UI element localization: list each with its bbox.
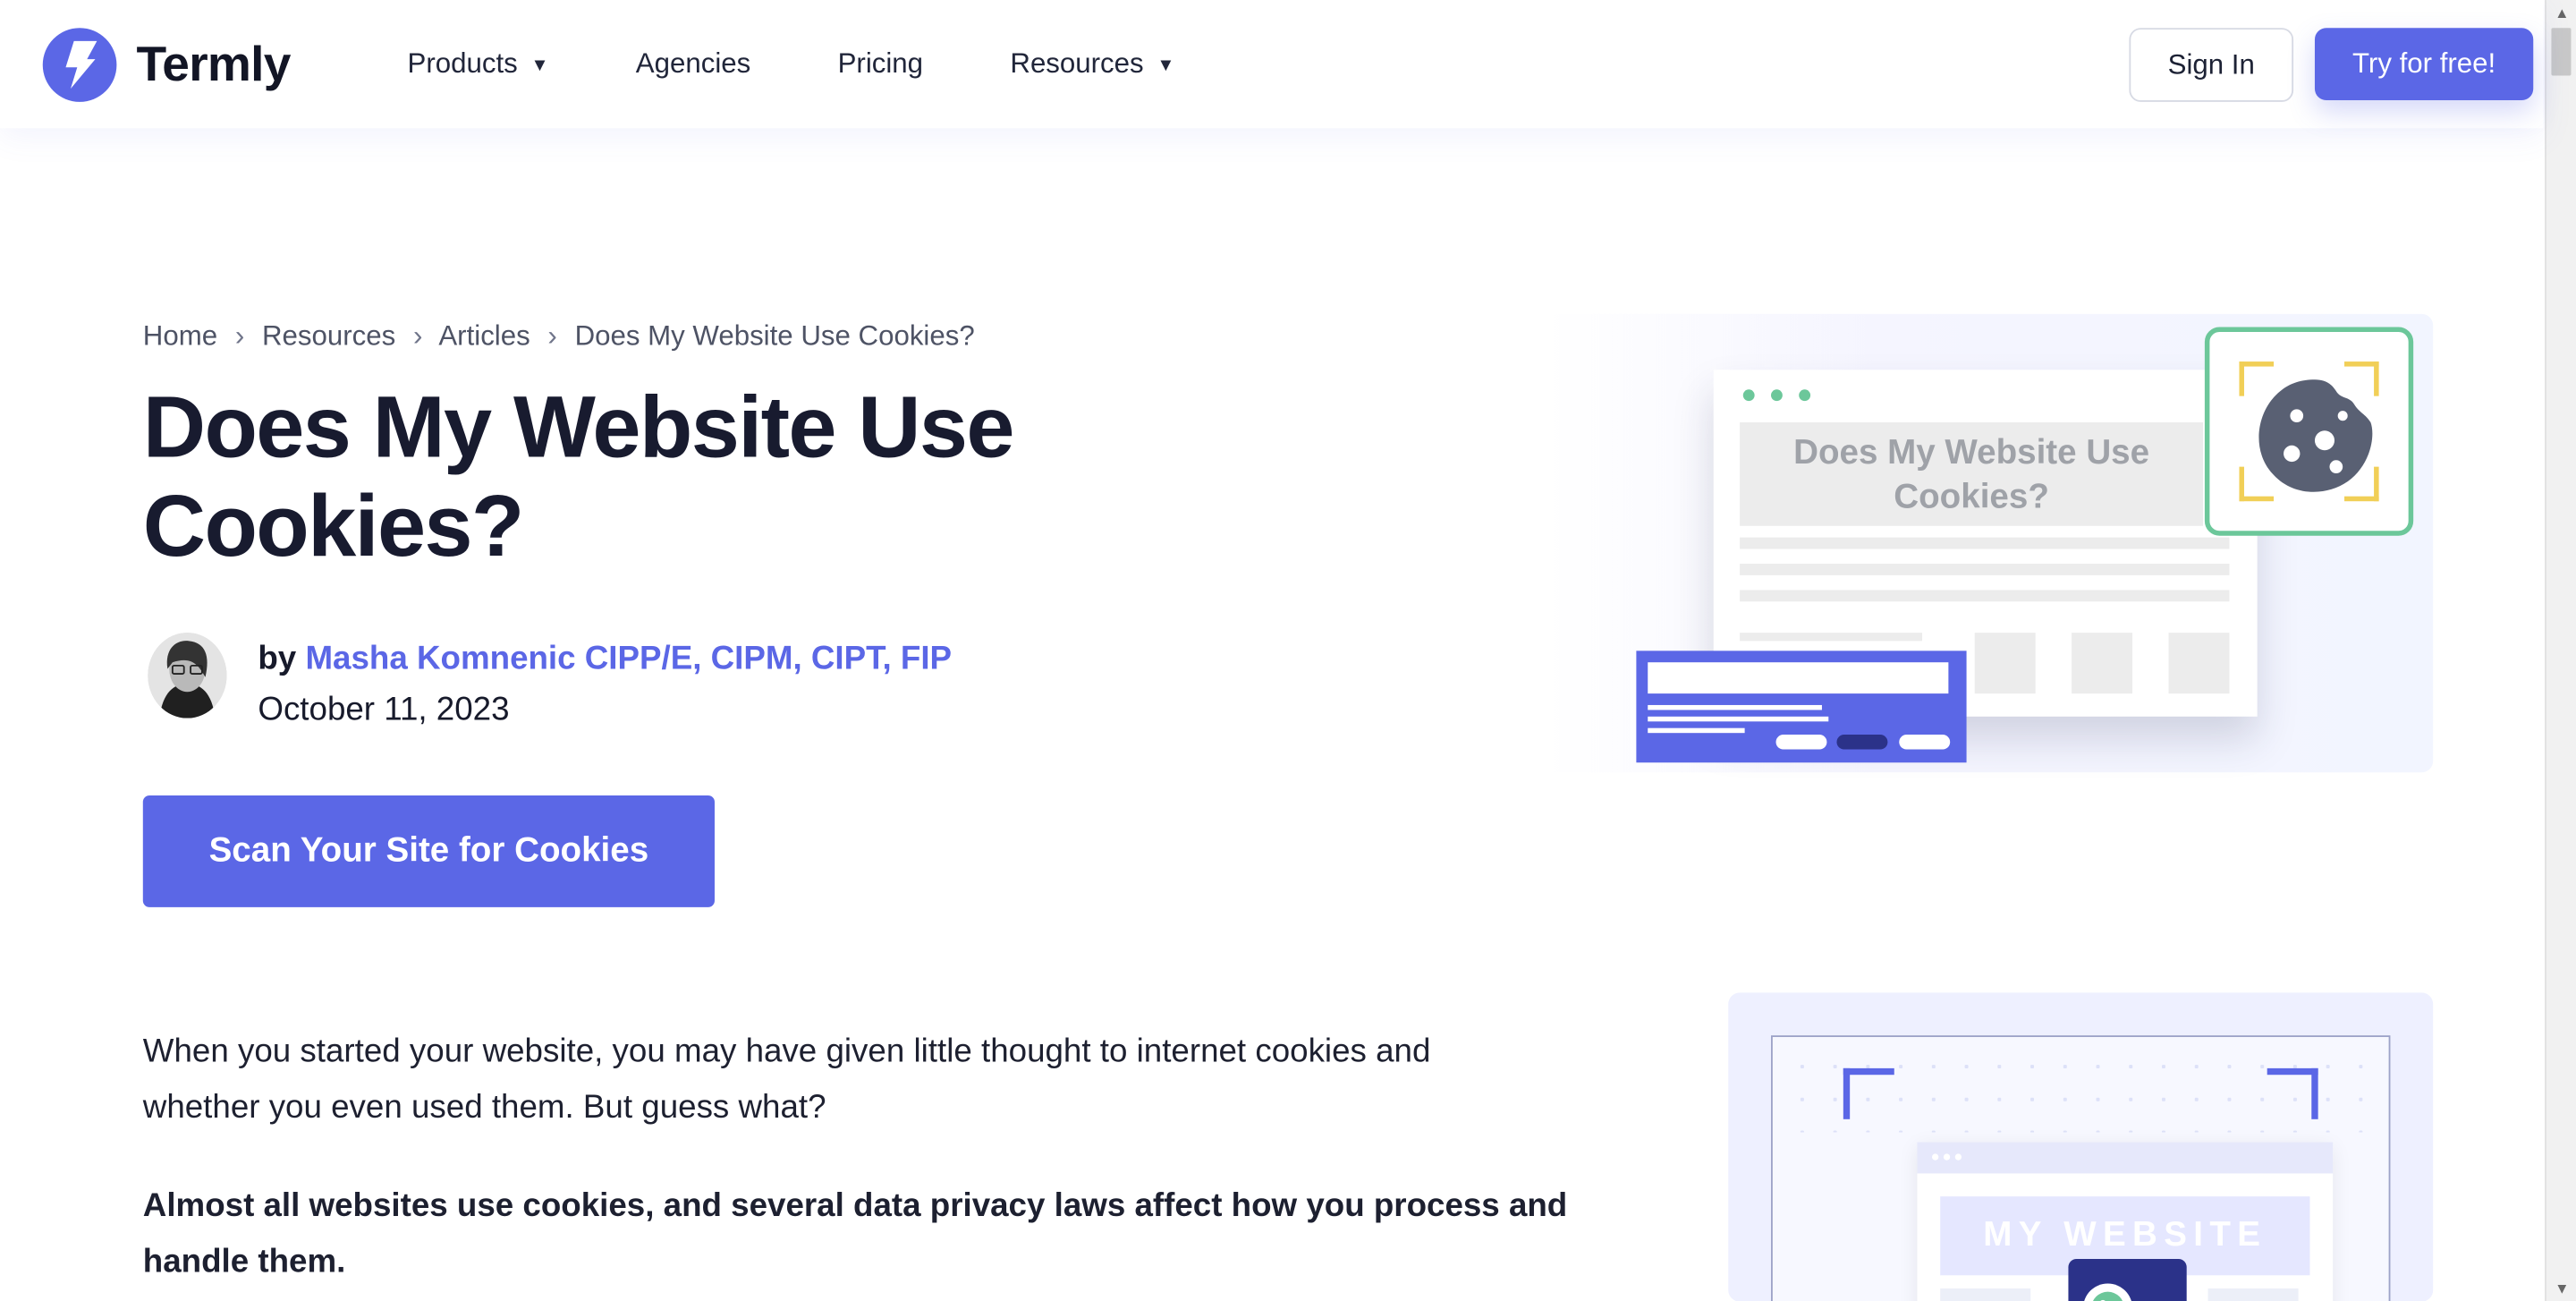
banner-text-line [1648, 704, 1822, 710]
scan-corner [2267, 1067, 2318, 1119]
window-dot [1742, 389, 1755, 402]
nav-resources-label: Resources [1010, 47, 1144, 80]
termly-logo[interactable]: Termly [42, 28, 291, 102]
try-for-free-button[interactable]: Try for free! [2314, 28, 2534, 101]
site-window-dot [1932, 1153, 1939, 1161]
illustration-title: Does My Website Use Cookies? [1740, 422, 2204, 526]
banner-button [1899, 735, 1951, 750]
webpage-viewport: Termly Products ▼ Agencies Pricing Resou… [0, 0, 2576, 1301]
nav-pricing-label: Pricing [837, 47, 924, 80]
breadcrumb-current-page: Does My Website Use Cookies? [574, 320, 975, 353]
nav-agencies[interactable]: Agencies [636, 47, 750, 81]
window-dot [1771, 389, 1783, 402]
banner-text-line [1648, 727, 1745, 734]
brand-name: Termly [136, 37, 291, 91]
content-block [2072, 633, 2133, 694]
breadcrumb-articles[interactable]: Articles [438, 320, 530, 352]
article-hero-illustration: Does My Website Use Cookies? [1544, 313, 2434, 773]
site-header: Termly Products ▼ Agencies Pricing Resou… [0, 0, 2544, 129]
my-website-card: MY WEBSITE [1917, 1142, 2334, 1301]
scroll-up-icon[interactable]: ▲ [2555, 5, 2569, 21]
sign-in-button[interactable]: Sign In [2129, 28, 2294, 102]
cookie-consent-banner-illustration [1636, 650, 1967, 763]
scan-site-for-cookies-button[interactable]: Scan Your Site for Cookies [142, 795, 715, 907]
breadcrumb-separator: › [234, 320, 245, 353]
content-block [1974, 633, 2036, 694]
publish-date: October 11, 2023 [258, 692, 510, 728]
chevron-down-icon: ▼ [530, 55, 549, 76]
site-card-toolbar [1917, 1142, 2334, 1174]
intro-paragraph: When you started your website, you may h… [142, 1033, 1431, 1127]
banner-text-line [1648, 716, 1829, 722]
site-window-dot [1943, 1153, 1951, 1161]
website-scan-illustration: MY WEBSITE [1728, 992, 2434, 1301]
scroll-down-icon[interactable]: ▼ [2555, 1280, 2569, 1297]
nav-resources[interactable]: Resources ▼ [1010, 47, 1174, 81]
window-dot [1799, 389, 1811, 402]
primary-navigation: Products ▼ Agencies Pricing Resources ▼ [408, 47, 1175, 81]
site-window-dot [1954, 1153, 1962, 1161]
author-link[interactable]: Masha Komnenic CIPP/E, CIPM, CIPT, FIP [305, 641, 952, 676]
author-prefix: by [258, 641, 297, 677]
cookie-icon [2258, 379, 2373, 492]
bolt-logo-icon [42, 28, 117, 102]
cookie-magnifier-card [2068, 1258, 2187, 1301]
breadcrumb-home[interactable]: Home [143, 320, 217, 352]
site-content-block [2207, 1288, 2299, 1301]
content-line [1740, 564, 2230, 575]
cookie-scan-frame [2204, 327, 2414, 536]
article-title: Does My Website Use Cookies? [142, 379, 1015, 575]
breadcrumb-separator: › [547, 320, 557, 353]
scaled-page: Termly Products ▼ Agencies Pricing Resou… [0, 0, 2576, 1301]
browser-outline: MY WEBSITE [1771, 1035, 2391, 1301]
content-line [1740, 590, 2230, 602]
magnifier-cookie-icon [2084, 1283, 2131, 1301]
nav-agencies-label: Agencies [635, 47, 751, 80]
breadcrumb-separator: › [412, 320, 423, 353]
content-block [2168, 633, 2230, 694]
author-byline: by Masha Komnenic CIPP/E, CIPM, CIPT, FI… [258, 641, 952, 678]
banner-button [1836, 735, 1888, 750]
site-content-block [1940, 1288, 2031, 1301]
author-avatar [148, 633, 227, 719]
content-line [1740, 537, 2230, 549]
nav-products-label: Products [407, 47, 518, 80]
vertical-scrollbar[interactable]: ▲ ▼ [2545, 0, 2576, 1301]
chevron-down-icon: ▼ [1157, 55, 1175, 76]
banner-button [1775, 735, 1827, 750]
nav-products[interactable]: Products ▼ [408, 47, 549, 81]
bolt-icon [64, 40, 97, 89]
nav-pricing[interactable]: Pricing [838, 47, 923, 81]
author-portrait-image [148, 633, 227, 719]
breadcrumb: Home › Resources › Articles › Does My We… [143, 320, 975, 353]
scan-corner [1843, 1067, 1894, 1119]
scrollbar-thumb[interactable] [2551, 28, 2572, 76]
breadcrumb-resources[interactable]: Resources [262, 320, 395, 352]
banner-message-box [1648, 662, 1949, 694]
content-line [1740, 633, 1922, 642]
bold-paragraph: Almost all websites use cookies, and sev… [142, 1187, 1568, 1280]
